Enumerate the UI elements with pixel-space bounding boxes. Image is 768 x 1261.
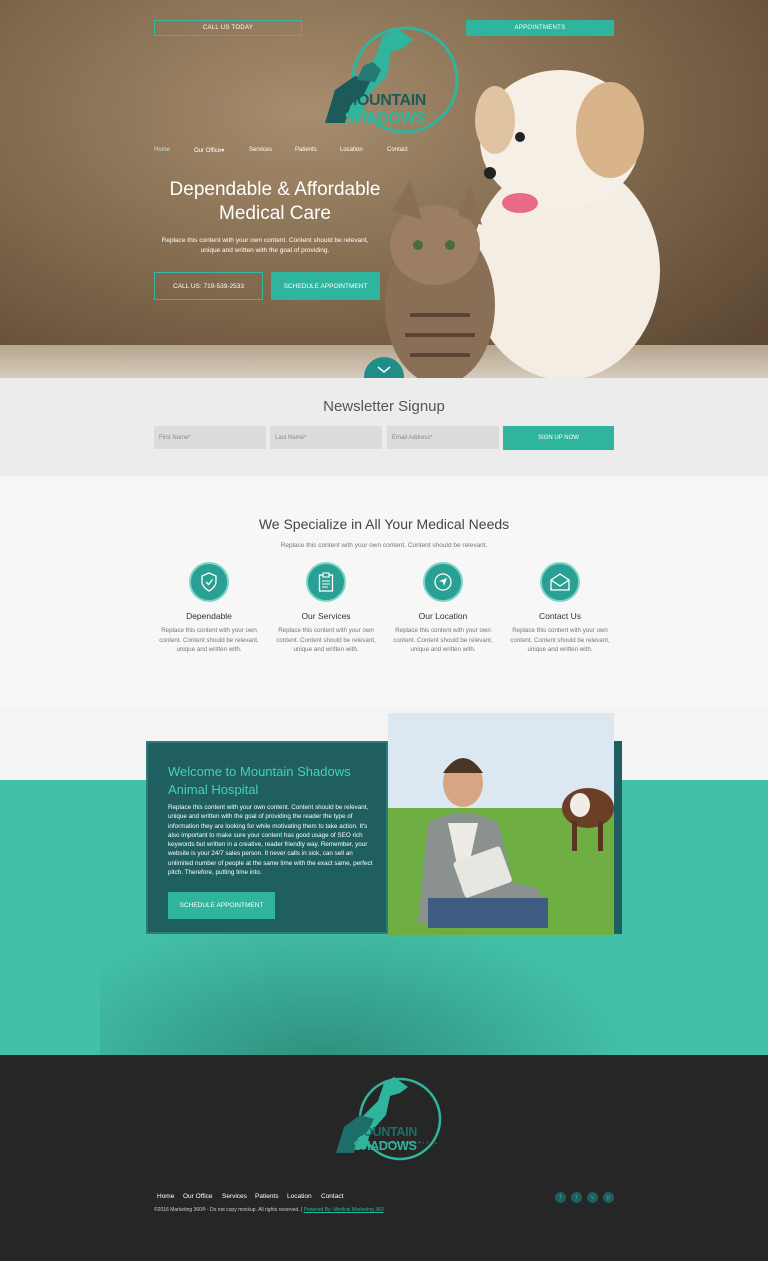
- feature-our-services[interactable]: Our Services Replace this content with y…: [271, 562, 381, 655]
- specialize-section: We Specialize in All Your Medical Needs …: [0, 476, 768, 706]
- hero-call-button[interactable]: CALL US: 719-539-2533: [154, 272, 263, 300]
- first-name-input[interactable]: First Name*: [154, 426, 266, 449]
- footer-logo-subtitle: ANIMAL HOSPITAL: [374, 1140, 440, 1145]
- nav-item-our-office[interactable]: Our Office▾: [194, 147, 224, 154]
- footer-nav-location[interactable]: Location: [287, 1193, 312, 1200]
- specialize-subtitle: Replace this content with your own conte…: [280, 542, 488, 549]
- feature-text: Replace this content with your own conte…: [159, 627, 259, 653]
- footer-nav-services[interactable]: Services: [222, 1193, 247, 1200]
- nav-item-patients[interactable]: Patients: [295, 147, 317, 153]
- welcome-schedule-button[interactable]: SCHEDULE APPOINTMENT: [168, 892, 275, 919]
- logo-name: MOUNTAIN SHADOWS: [344, 92, 426, 127]
- nav-item-services[interactable]: Services: [249, 147, 272, 153]
- feature-contact-us[interactable]: Contact Us Replace this content with you…: [505, 562, 615, 655]
- welcome-title: Welcome to Mountain Shadows Animal Hospi…: [168, 764, 351, 797]
- envelope-icon: [540, 562, 580, 602]
- clipboard-icon: [306, 562, 346, 602]
- hero-section: CALL US TODAY APPOINTMENTS MOUNTAIN SHAD…: [0, 0, 768, 378]
- sign-up-button[interactable]: SIGN UP NOW: [503, 426, 614, 450]
- facebook-icon[interactable]: f: [555, 1192, 566, 1203]
- newsletter-title: Newsletter Signup: [323, 398, 445, 415]
- feature-title: Dependable: [186, 611, 232, 621]
- chevron-down-icon: ▾: [221, 148, 225, 154]
- feature-title: Our Services: [301, 611, 351, 621]
- copyright: ©2016 Marketing 360® - Do not copy mocku…: [154, 1207, 384, 1213]
- hero-text: Replace this content with your own conte…: [161, 237, 369, 254]
- nav-item-location[interactable]: Location: [340, 147, 363, 153]
- call-us-today-button[interactable]: CALL US TODAY: [154, 20, 302, 36]
- vimeo-icon[interactable]: v: [587, 1192, 598, 1203]
- logo-subtitle: ANIMAL HOSPITAL: [371, 112, 441, 117]
- footer-logo-name: MOUNTAIN SHADOWS: [352, 1125, 418, 1153]
- welcome-box: Welcome to Mountain Shadows Animal Hospi…: [146, 741, 388, 934]
- appointments-button[interactable]: APPOINTMENTS: [466, 20, 614, 36]
- hero-title: Dependable & Affordable Medical Care: [169, 179, 381, 224]
- feature-title: Our Location: [418, 611, 468, 621]
- email-input[interactable]: Email Address*: [387, 426, 499, 449]
- footer-nav-our-office[interactable]: Our Office: [183, 1193, 213, 1200]
- feature-text: Replace this content with your own conte…: [510, 627, 610, 653]
- shield-icon: [189, 562, 229, 602]
- site-logo[interactable]: MOUNTAIN SHADOWS ANIMAL HOSPITAL: [305, 18, 465, 143]
- footer: MOUNTAIN SHADOWS ANIMAL HOSPITAL Home Ou…: [0, 1055, 768, 1261]
- location-icon: [423, 562, 463, 602]
- logo-mark: [336, 1077, 442, 1161]
- specialize-title: We Specialize in All Your Medical Needs: [258, 516, 510, 532]
- veterinarian-photo: [388, 713, 614, 935]
- newsletter-section: Newsletter Signup First Name* Last Name*…: [0, 378, 768, 476]
- feature-title: Contact Us: [538, 611, 582, 621]
- twitter-icon[interactable]: t: [571, 1192, 582, 1203]
- welcome-text: Replace this content with your own conte…: [168, 804, 373, 877]
- hero-schedule-button[interactable]: SCHEDULE APPOINTMENT: [271, 272, 380, 300]
- feature-our-location[interactable]: Our Location Replace this content with y…: [388, 562, 498, 655]
- footer-logo[interactable]: MOUNTAIN SHADOWS ANIMAL HOSPITAL: [322, 1069, 446, 1173]
- powered-by-link[interactable]: Powered By: Medical Marketing 360: [304, 1207, 384, 1213]
- last-name-input[interactable]: Last Name*: [270, 426, 382, 449]
- feature-text: Replace this content with your own conte…: [276, 627, 376, 653]
- feature-dependable[interactable]: Dependable Replace this content with you…: [154, 562, 264, 655]
- footer-nav-patients[interactable]: Patients: [255, 1193, 279, 1200]
- footer-nav-home[interactable]: Home: [157, 1193, 174, 1200]
- pinterest-icon[interactable]: p: [603, 1192, 614, 1203]
- feature-text: Replace this content with your own conte…: [393, 627, 493, 653]
- nav-item-home[interactable]: Home: [154, 147, 170, 153]
- nav-item-contact[interactable]: Contact: [387, 147, 408, 153]
- footer-nav-contact[interactable]: Contact: [321, 1193, 343, 1200]
